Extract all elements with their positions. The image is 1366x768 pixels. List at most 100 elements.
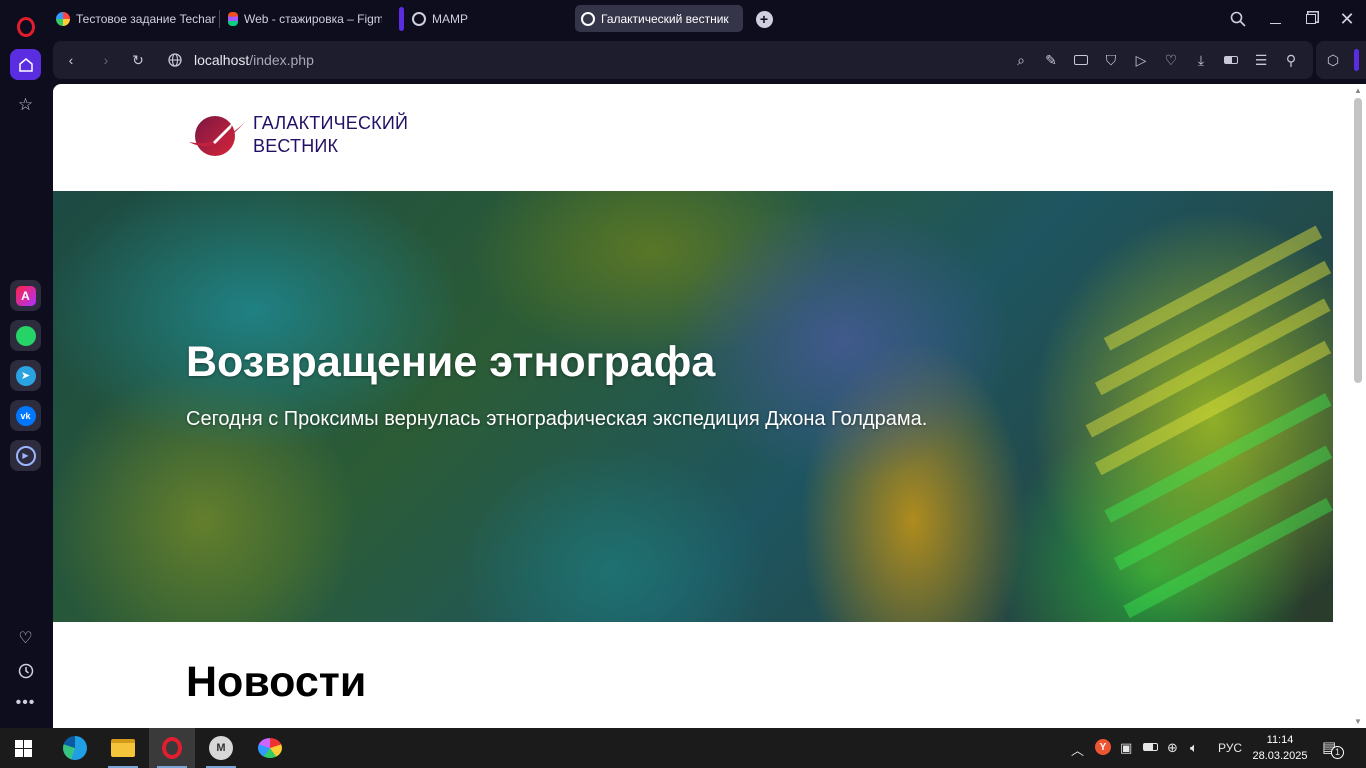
tab-figma[interactable]: Web - стажировка – Figm bbox=[222, 5, 382, 32]
star-icon: ☆ bbox=[17, 94, 34, 114]
battery-saver-button[interactable] bbox=[1221, 50, 1241, 70]
windows-taskbar: M ︿ Y ▣ ⊕ 🔈︎ РУС 11:14 28.03.2025 ▤ 1 bbox=[0, 728, 1366, 768]
edge-icon bbox=[63, 736, 87, 760]
zoom-button[interactable]: ⌕ bbox=[1011, 50, 1031, 70]
pinboards-button[interactable]: ♡ bbox=[10, 622, 41, 653]
vk-button[interactable]: vk bbox=[10, 400, 41, 431]
accent-indicator bbox=[1354, 49, 1359, 71]
camera-tray-button[interactable]: ▣ bbox=[1120, 740, 1132, 756]
folder-icon bbox=[111, 739, 135, 757]
tab-label: Web - стажировка – Figm bbox=[244, 11, 382, 26]
hero-title: Возвращение этнографа bbox=[186, 338, 716, 386]
history-button[interactable] bbox=[10, 655, 41, 686]
network-tray-button[interactable]: ⊕ bbox=[1167, 740, 1178, 756]
scrollbar-thumb[interactable] bbox=[1354, 98, 1362, 383]
notification-count-badge: 1 bbox=[1331, 746, 1344, 759]
aria-icon: A bbox=[15, 285, 36, 306]
profile-button[interactable]: ⚲ bbox=[1281, 50, 1301, 70]
tab-galactic-herald[interactable]: Галактический вестник bbox=[575, 5, 743, 32]
mamp-taskbar-button[interactable]: M bbox=[198, 728, 244, 768]
volume-tray-button[interactable]: 🔈︎ bbox=[1190, 740, 1198, 756]
hero-banner: Возвращение этнографа Сегодня с Проксимы… bbox=[53, 191, 1333, 622]
paint-palette-icon bbox=[258, 738, 282, 758]
telegram-icon: ➤ bbox=[15, 365, 36, 386]
opera-taskbar-button[interactable] bbox=[149, 728, 195, 768]
reload-button[interactable]: ↻ bbox=[128, 50, 148, 70]
minimize-button[interactable] bbox=[1257, 0, 1293, 38]
extensions-button[interactable]: ⬡ bbox=[1323, 50, 1343, 70]
vk-icon: vk bbox=[15, 405, 36, 426]
back-button[interactable]: ‹ bbox=[61, 50, 81, 70]
globe-icon bbox=[412, 11, 426, 26]
site-info-button[interactable] bbox=[165, 50, 185, 70]
clock-date: 28.03.2025 bbox=[1252, 750, 1308, 762]
edge-taskbar-button[interactable] bbox=[52, 728, 98, 768]
battery-icon bbox=[1143, 743, 1158, 751]
tab-bar: Тестовое задание Techart Web - стажировк… bbox=[0, 0, 1366, 38]
speed-dial-button[interactable]: ☆ bbox=[10, 89, 41, 120]
telegram-button[interactable]: ➤ bbox=[10, 360, 41, 391]
new-tab-button[interactable]: + bbox=[746, 0, 782, 38]
downloads-button[interactable]: ⤓ bbox=[1191, 50, 1211, 70]
player-button[interactable]: ▶ bbox=[10, 440, 41, 471]
search-tabs-button[interactable] bbox=[1220, 0, 1256, 38]
add-to-pinboard-button[interactable]: ♡ bbox=[1161, 50, 1181, 70]
explorer-taskbar-button[interactable] bbox=[100, 728, 146, 768]
vpn-button[interactable]: ⛉ bbox=[1101, 50, 1121, 70]
close-window-button[interactable]: ✕ bbox=[1329, 0, 1365, 38]
globe-icon bbox=[168, 53, 182, 67]
url-field[interactable]: localhost/index.php bbox=[194, 52, 314, 68]
site-logo[interactable]: ГАЛАКТИЧЕСКИЙ ВЕСТНИК bbox=[185, 112, 408, 160]
clock-icon bbox=[18, 663, 33, 678]
person-icon: ⚲ bbox=[1285, 51, 1297, 68]
browser-sidebar: ☆ A ➤ vk ▶ ♡ ••• bbox=[0, 16, 50, 728]
send-button[interactable]: ▷ bbox=[1131, 50, 1151, 70]
minimize-icon bbox=[1269, 22, 1281, 24]
yandex-icon: Y bbox=[1095, 739, 1111, 755]
edit-button[interactable]: ✎ bbox=[1041, 50, 1061, 70]
heart-icon: ♡ bbox=[1164, 51, 1178, 68]
language-indicator[interactable]: РУС bbox=[1218, 741, 1242, 755]
figma-icon bbox=[228, 11, 238, 26]
tab-mamp[interactable]: MAMP bbox=[406, 5, 571, 32]
paint-taskbar-button[interactable] bbox=[247, 728, 293, 768]
sidebar-more-button[interactable]: ••• bbox=[10, 687, 41, 718]
start-button[interactable] bbox=[0, 728, 46, 768]
battery-tray-button[interactable] bbox=[1143, 740, 1158, 751]
address-toolbar: ‹ › ↻ localhost/index.php ⌕ ✎ ⛉ ▷ ♡ ⤓ ☰ … bbox=[53, 41, 1313, 79]
globe-icon bbox=[581, 11, 595, 26]
tab-label: Тестовое задание Techart bbox=[76, 11, 216, 26]
whatsapp-button[interactable] bbox=[10, 320, 41, 351]
opera-icon bbox=[162, 737, 182, 759]
page-scrollbar[interactable]: ▲ ▼ bbox=[1350, 84, 1366, 728]
home-button[interactable] bbox=[10, 49, 41, 80]
mamp-elephant-icon: M bbox=[209, 736, 233, 760]
planet-rocket-logo-icon bbox=[189, 116, 245, 156]
more-dots-icon: ••• bbox=[15, 693, 36, 711]
tab-techart[interactable]: Тестовое задание Techart bbox=[50, 5, 216, 32]
show-hidden-icons-button[interactable]: ︿ bbox=[1071, 740, 1084, 759]
forward-button[interactable]: › bbox=[96, 50, 116, 70]
taskbar-clock[interactable]: 11:14 28.03.2025 bbox=[1250, 732, 1310, 764]
tab-label: MAMP bbox=[432, 11, 468, 26]
close-icon: ✕ bbox=[1339, 8, 1355, 29]
yandex-tray-button[interactable]: Y bbox=[1095, 739, 1111, 755]
download-icon: ⤓ bbox=[1197, 51, 1205, 68]
easy-setup-button[interactable]: ☰ bbox=[1251, 50, 1271, 70]
aria-button[interactable]: A bbox=[10, 280, 41, 311]
snapshot-button[interactable] bbox=[1071, 50, 1091, 70]
url-path: /index.php bbox=[249, 52, 314, 68]
opera-menu-button[interactable] bbox=[10, 11, 41, 42]
notification-center-button[interactable]: ▤ 1 bbox=[1322, 738, 1344, 759]
player-icon: ▶ bbox=[15, 445, 36, 466]
webcam-icon: ▣ bbox=[1120, 740, 1133, 755]
reload-icon: ↻ bbox=[132, 51, 144, 68]
home-icon bbox=[18, 57, 33, 72]
restore-button[interactable] bbox=[1293, 0, 1329, 38]
techart-favicon-icon bbox=[56, 11, 70, 26]
scroll-down-arrow-icon[interactable]: ▼ bbox=[1354, 717, 1362, 726]
scroll-up-arrow-icon[interactable]: ▲ bbox=[1354, 86, 1362, 95]
news-section-title: Новости bbox=[186, 658, 367, 706]
windows-logo-icon bbox=[14, 739, 32, 757]
chevron-right-icon: › bbox=[103, 52, 109, 68]
